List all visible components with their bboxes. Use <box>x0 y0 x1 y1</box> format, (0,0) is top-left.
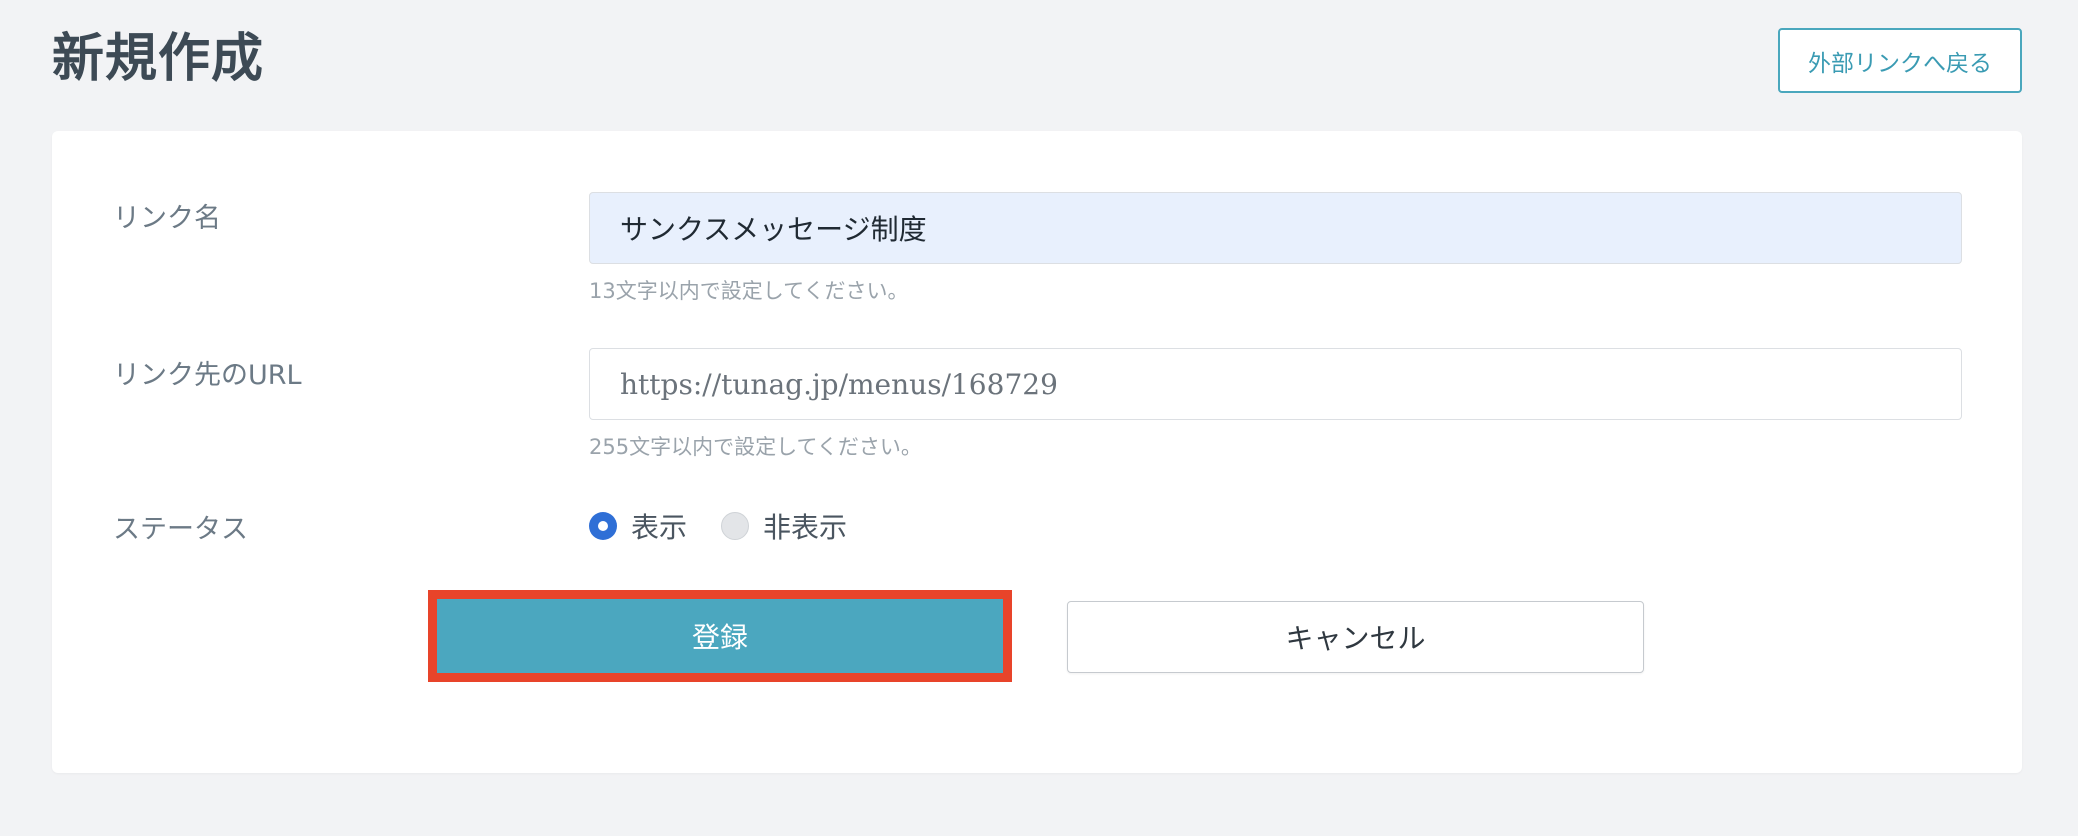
submit-button[interactable]: 登録 <box>437 599 1003 673</box>
page-title: 新規作成 <box>52 29 265 89</box>
radio-unchecked-icon[interactable] <box>721 512 750 540</box>
link-name-label: リンク名 <box>113 203 221 234</box>
status-option-show-label: 表示 <box>631 511 688 544</box>
link-name-input[interactable]: サンクスメッセージ制度 <box>589 192 1962 264</box>
status-option-hide[interactable]: 非表示 <box>721 506 847 546</box>
status-radio-group: 表示 非表示 <box>589 506 881 546</box>
status-label: ステータス <box>113 514 248 545</box>
status-option-show[interactable]: 表示 <box>589 506 687 546</box>
link-url-label: リンク先のURL <box>113 360 302 391</box>
back-to-external-links-button[interactable]: 外部リンクへ戻る <box>1778 28 2022 93</box>
cancel-button[interactable]: キャンセル <box>1067 601 1644 673</box>
link-url-hint: 255文字以内で設定してください。 <box>589 435 922 459</box>
radio-checked-icon[interactable] <box>589 512 617 540</box>
link-url-value: https://tunag.jp/menus/168729 <box>620 367 1058 401</box>
status-option-hide-label: 非表示 <box>763 511 848 544</box>
link-name-hint: 13文字以内で設定してください。 <box>589 279 909 303</box>
link-url-input[interactable]: https://tunag.jp/menus/168729 <box>589 348 1962 420</box>
submit-button-highlight: 登録 <box>428 590 1012 682</box>
link-name-value: サンクスメッセージ制度 <box>620 213 927 246</box>
